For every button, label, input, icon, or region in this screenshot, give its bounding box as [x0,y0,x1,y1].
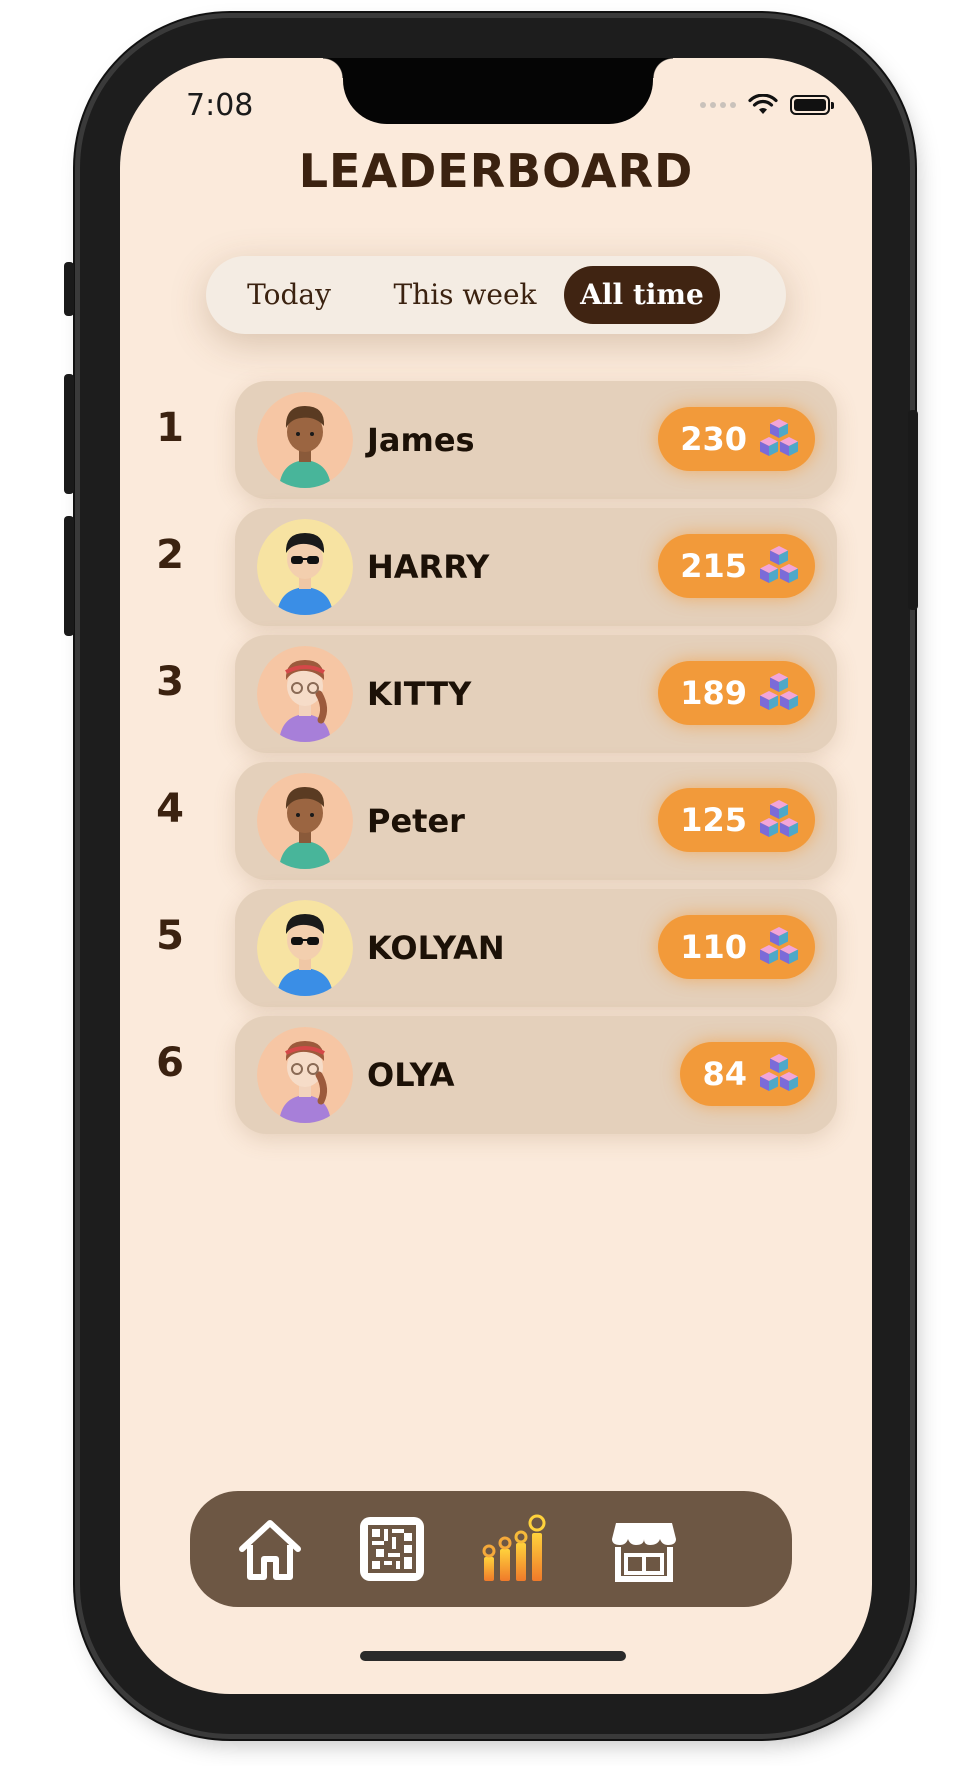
sunglasses-avatar [257,519,353,615]
nav-qr-button[interactable] [356,1513,428,1585]
cubes-icon [760,673,798,710]
notch [323,58,673,124]
player-name: KITTY [367,675,472,713]
cubes-icon [760,927,798,964]
score-value: 125 [680,801,747,839]
rank-number: 4 [156,786,184,832]
tab-today[interactable]: Today [220,266,358,324]
player-name: OLYA [367,1056,455,1094]
score-value: 230 [680,420,747,458]
player-name: HARRY [367,548,490,586]
page-title: LEADERBOARD [298,144,694,198]
cubes-icon [760,800,798,837]
score-value: 215 [680,547,747,585]
cubes-icon [760,1054,798,1091]
time-range-segmented-control: Today This week All time [206,256,786,334]
home-icon [239,1520,301,1580]
rank-number: 6 [156,1040,184,1086]
status-icons [700,94,834,116]
girl-avatar [257,1027,353,1123]
boy-avatar [257,392,353,488]
app-screen: 7:08 LEADERBOARD Today This week All tim… [120,58,872,1694]
rank-number: 2 [156,532,184,578]
nav-leaderboard-button[interactable] [478,1513,550,1585]
score-badge: 125 [658,788,815,852]
shop-icon [612,1523,676,1582]
player-name: Peter [367,802,465,840]
rank-number: 1 [156,405,184,451]
tab-this-week[interactable]: This week [376,266,554,324]
score-badge: 230 [658,407,815,471]
volume-up-button [64,374,74,494]
score-badge: 189 [658,661,815,725]
rank-number: 5 [156,913,184,959]
score-badge: 215 [658,534,815,598]
volume-down-button [64,516,74,636]
qr-code-icon [360,1517,424,1581]
bottom-nav-bar [190,1491,792,1607]
cubes-icon [760,546,798,583]
player-name: KOLYAN [367,929,505,967]
nav-home-button[interactable] [234,1513,306,1585]
boy-avatar [257,773,353,869]
home-indicator [360,1651,626,1661]
leaderboard-row[interactable]: KITTY 189 [235,635,837,753]
status-time: 7:08 [186,88,254,123]
girl-avatar [257,646,353,742]
cubes-icon [760,419,798,456]
power-button [908,410,918,610]
score-value: 189 [680,674,747,712]
score-badge: 84 [680,1042,815,1106]
tab-all-time[interactable]: All time [564,266,720,324]
leaderboard-row[interactable]: OLYA 84 [235,1016,837,1134]
signal-icon [700,102,736,108]
leaderboard-icon [482,1514,546,1581]
rank-number: 3 [156,659,184,705]
player-name: James [367,421,475,459]
wifi-icon [748,94,778,114]
sunglasses-avatar [257,900,353,996]
score-value: 84 [702,1055,747,1093]
leaderboard-row[interactable]: KOLYAN 110 [235,889,837,1007]
nav-shop-button[interactable] [608,1513,680,1585]
score-value: 110 [680,928,747,966]
leaderboard-row[interactable]: HARRY 215 [235,508,837,626]
silent-switch [64,262,74,316]
leaderboard-row[interactable]: James 230 [235,381,837,499]
leaderboard-row[interactable]: Peter 125 [235,762,837,880]
battery-icon [790,95,834,115]
score-badge: 110 [658,915,815,979]
